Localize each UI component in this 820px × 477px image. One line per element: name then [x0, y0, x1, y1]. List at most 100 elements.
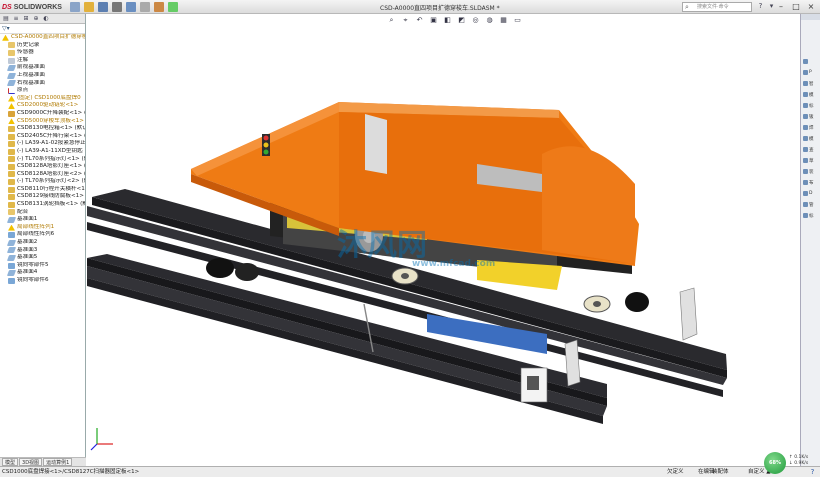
options-gear-icon[interactable]	[168, 2, 178, 12]
tree-item[interactable]: (-) TL70系列指示灯<1> (默	[0, 156, 85, 164]
feature-tree-tab-icon[interactable]: ▤	[2, 15, 10, 23]
tree-item[interactable]: (-) LA39-A1-11XD型钥匙	[0, 148, 85, 156]
part-icon	[8, 201, 15, 208]
tree-item-label: CSD8131涡轮挡板<1> (默认	[17, 201, 85, 208]
tree-item-label: CSD-A0000直四项目扩德穿梭	[11, 34, 85, 40]
tree-item-label: CSD2000驱动链轮<1>	[17, 102, 79, 109]
tree-item[interactable]: CSD8129接线防腐板<1> (默	[0, 193, 85, 201]
bottom-tab[interactable]: 模型	[2, 458, 19, 466]
task-pane-item[interactable]: 标	[803, 102, 819, 109]
tree-item[interactable]: 基准面4	[0, 269, 85, 277]
tree-item[interactable]: CSD8130电控箱<1> (默认	[0, 125, 85, 133]
task-pane-item[interactable]: 钣	[803, 113, 819, 120]
tree-item[interactable]: 上视基准面	[0, 72, 85, 80]
tree-item-label: 配合	[17, 208, 29, 215]
tree-item[interactable]: CSD8131涡轮挡板<1> (默认	[0, 201, 85, 209]
tree-item[interactable]: 基准面5	[0, 254, 85, 262]
tree-item[interactable]: 基准面1	[0, 216, 85, 224]
tree-item[interactable]: 历史记录	[0, 42, 85, 50]
tree-item[interactable]: CSD-A0000直四项目扩德穿梭	[0, 34, 85, 42]
tree-item[interactable]: (-) TL70系列指示灯<2> (默	[0, 178, 85, 186]
solidworks-logo[interactable]: DS SOLIDWORKS	[2, 1, 62, 13]
tree-item-label: (-) TL70系列指示灯<1> (默	[17, 155, 85, 162]
task-pane-item[interactable]: D	[803, 190, 819, 197]
task-pane-item[interactable]: 装	[803, 168, 819, 175]
coordinate-triad	[90, 428, 113, 451]
filter-icon[interactable]: ▽▾	[2, 25, 10, 32]
watermark-logo-text: 沐风网	[337, 228, 427, 263]
task-pane-item[interactable]: 智	[803, 80, 819, 87]
title-bar: DS SOLIDWORKS CSD-A0000直四项目扩德穿梭车.SLDASM …	[0, 0, 820, 14]
rebuild-icon[interactable]	[154, 2, 164, 12]
select-arrow-icon[interactable]	[140, 2, 150, 12]
part-icon	[8, 125, 15, 132]
status-help-icon[interactable]: ?	[808, 468, 817, 476]
task-pane: P智模标钣焊模查草装布D管标	[800, 14, 820, 466]
tree-item[interactable]: 前视基准面	[0, 64, 85, 72]
tree-item[interactable]: 注解	[0, 57, 85, 65]
tree-item[interactable]: CSD2000驱动链轮<1>	[0, 102, 85, 110]
save-icon[interactable]	[98, 2, 108, 12]
folder-icon	[8, 49, 15, 56]
bottom-tab[interactable]: 3D视图	[19, 458, 43, 466]
tree-item[interactable]: (固定) CSD1000底盘焊0	[0, 95, 85, 103]
search-input[interactable]: ⌕ 搜索文件·命令	[682, 2, 752, 12]
task-pane-item[interactable]: 管	[803, 201, 819, 208]
part-icon	[8, 141, 15, 148]
tree-item[interactable]: CSD5000穿梭车顶板<1>	[0, 118, 85, 126]
tree-item[interactable]: 配合	[0, 209, 85, 217]
tree-item[interactable]: (-) LA39-A1-02按紧急停止	[0, 140, 85, 148]
task-pane-item-icon	[803, 114, 808, 119]
search-icon: ⌕	[685, 3, 689, 11]
task-pane-item[interactable]: 布	[803, 179, 819, 186]
tree-item[interactable]: 局部线性阵列1	[0, 224, 85, 232]
document-title: CSD-A0000直四项目扩德穿梭车.SLDASM *	[380, 5, 500, 12]
tree-item[interactable]: 镜向零部件5	[0, 262, 85, 270]
task-pane-item[interactable]: 查	[803, 146, 819, 153]
tree-item[interactable]: CSD8128A塔影灯座<1> (默	[0, 163, 85, 171]
task-pane-item[interactable]	[803, 58, 819, 65]
filter-row[interactable]: ▽▾	[0, 24, 85, 34]
display-tab-icon[interactable]: ◐	[42, 15, 50, 23]
tree-item[interactable]: CSD8128A塔影灯座<2> (默	[0, 171, 85, 179]
dimxpert-tab-icon[interactable]: ⊕	[32, 15, 40, 23]
plane-icon	[6, 247, 17, 254]
task-pane-item-label: 装	[809, 169, 814, 175]
task-pane-item-label: 模	[809, 92, 814, 98]
task-pane-item[interactable]: 标	[803, 212, 819, 219]
new-document-icon[interactable]	[70, 2, 80, 12]
task-pane-item-label: 智	[809, 81, 814, 87]
property-manager-tab-icon[interactable]: ≡	[12, 15, 20, 23]
task-pane-item[interactable]: 焊	[803, 124, 819, 131]
tree-item[interactable]: 基准面2	[0, 239, 85, 247]
performance-widget[interactable]: 68% ↑ 0.1K/s ↓ 0.9K/s	[763, 452, 820, 474]
close-button[interactable]: ×	[804, 1, 818, 12]
bottom-tab[interactable]: 运动算例1	[43, 458, 73, 466]
tree-item[interactable]: 镜向零部件6	[0, 277, 85, 285]
tree-item[interactable]: CSD9000C升降装配<1> (默	[0, 110, 85, 118]
tree-item[interactable]: CSD8110行程开关横杆<1>	[0, 186, 85, 194]
help-icon[interactable]: ?	[756, 2, 765, 11]
open-folder-icon[interactable]	[84, 2, 94, 12]
configuration-tab-icon[interactable]: ⊞	[22, 15, 30, 23]
print-icon[interactable]	[112, 2, 122, 12]
tree-item[interactable]: 基准面3	[0, 247, 85, 255]
tree-item[interactable]: 原点	[0, 87, 85, 95]
undo-icon[interactable]	[126, 2, 136, 12]
tree-item[interactable]: 右视基准面	[0, 80, 85, 88]
task-pane-item[interactable]: 模	[803, 91, 819, 98]
model-view[interactable]	[87, 14, 800, 466]
task-pane-item-icon	[803, 59, 808, 64]
task-pane-item-icon	[803, 169, 808, 174]
feature-manager-tabs: ▤ ≡ ⊞ ⊕ ◐	[0, 14, 85, 24]
tree-item-label: (-) LA39-A1-11XD型钥匙	[17, 147, 83, 154]
minimize-button[interactable]: –	[774, 1, 788, 12]
tree-item[interactable]: 传感器	[0, 49, 85, 57]
task-pane-item[interactable]: 草	[803, 157, 819, 164]
tree-item[interactable]: 局部线性阵列6	[0, 231, 85, 239]
task-pane-item[interactable]: P	[803, 69, 819, 76]
tree-item[interactable]: CSD2405C升降行架<1> (默	[0, 133, 85, 141]
graphics-area[interactable]: ⌕ ⌖ ↶ ▣ ◧ ◩ ◎ ◍ ▦ ▭ 沐风网 www.mfcad.com	[87, 14, 800, 466]
maximize-button[interactable]: □	[789, 1, 803, 12]
task-pane-item[interactable]: 模	[803, 135, 819, 142]
